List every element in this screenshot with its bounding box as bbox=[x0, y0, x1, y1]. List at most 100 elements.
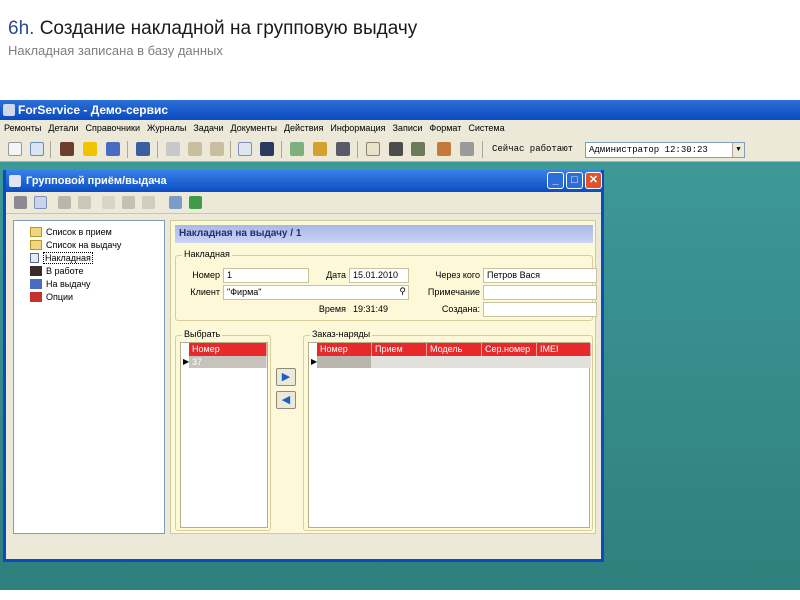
document-icon[interactable] bbox=[102, 196, 115, 209]
column-header[interactable]: Номер bbox=[189, 343, 267, 356]
table-cell bbox=[427, 356, 482, 368]
created-label: Создана: bbox=[441, 304, 480, 314]
menu-reference[interactable]: Справочники bbox=[81, 120, 143, 133]
preview-icon[interactable] bbox=[238, 142, 252, 156]
menu-journals[interactable]: Журналы bbox=[143, 120, 189, 133]
binoculars-icon[interactable] bbox=[260, 142, 274, 156]
tree-item-label: Накладная bbox=[43, 251, 93, 264]
tools-icon[interactable] bbox=[60, 142, 74, 156]
column-header[interactable]: Модель bbox=[427, 343, 482, 356]
toolbar-separator bbox=[230, 141, 231, 158]
move-left-button[interactable]: ◀ bbox=[276, 391, 296, 409]
column-header[interactable]: Сер.номер bbox=[482, 343, 537, 356]
dialog-titlebar: Групповой приём/выдача _ □ ✕ bbox=[6, 170, 602, 192]
tree-item-in-progress[interactable]: В работе bbox=[30, 264, 84, 277]
column-header[interactable]: Прием bbox=[372, 343, 427, 356]
tree-item-label: Список на выдачу bbox=[46, 239, 122, 250]
excel-icon[interactable] bbox=[189, 196, 202, 209]
menu-documents[interactable]: Документы bbox=[227, 120, 280, 133]
tree-item-receive-list[interactable]: Список в прием bbox=[30, 225, 112, 238]
tree-item-to-issue[interactable]: На выдачу bbox=[30, 277, 91, 290]
tree-item-label: В работе bbox=[46, 265, 84, 276]
created-field[interactable] bbox=[483, 302, 597, 317]
column-header[interactable]: Номер bbox=[317, 343, 372, 356]
date-label: Дата bbox=[326, 270, 346, 280]
paste-icon[interactable] bbox=[210, 142, 224, 156]
cut-icon[interactable] bbox=[166, 142, 180, 156]
via-label: Через кого bbox=[435, 270, 480, 280]
new-doc-icon[interactable] bbox=[8, 142, 22, 156]
print-icon[interactable] bbox=[14, 196, 27, 209]
chevron-down-icon[interactable]: ▼ bbox=[732, 143, 744, 157]
table-row[interactable] bbox=[317, 356, 591, 368]
open-icon[interactable] bbox=[30, 142, 44, 156]
delete-icon[interactable] bbox=[142, 196, 155, 209]
client-value: "Фирма" bbox=[227, 287, 262, 297]
menu-format[interactable]: Формат bbox=[425, 120, 464, 133]
menu-tasks[interactable]: Задачи bbox=[189, 120, 226, 133]
toolbar-separator bbox=[50, 141, 51, 158]
app-titlebar: ForService - Демо-сервис bbox=[0, 100, 800, 120]
active-users-select[interactable]: Администратор 12:30:23 ▼ bbox=[585, 142, 745, 158]
key-icon[interactable] bbox=[437, 142, 451, 156]
app-title: ForService - Демо-сервис bbox=[18, 103, 169, 117]
menu-records[interactable]: Записи bbox=[389, 120, 426, 133]
tree-item-options[interactable]: Опции bbox=[30, 290, 73, 303]
menu-parts[interactable]: Детали bbox=[44, 120, 81, 133]
save-icon[interactable] bbox=[58, 196, 71, 209]
printer-icon[interactable] bbox=[169, 196, 182, 209]
select-group: Выбрать Номер ▶ 37 bbox=[175, 329, 271, 531]
menu-actions[interactable]: Действия bbox=[280, 120, 326, 133]
warning-icon[interactable] bbox=[83, 142, 97, 156]
select-grid[interactable]: Номер ▶ 37 bbox=[180, 342, 268, 528]
person-icon[interactable] bbox=[411, 142, 425, 156]
report-icon[interactable] bbox=[290, 142, 304, 156]
resize-icon[interactable] bbox=[78, 196, 91, 209]
trash-icon[interactable] bbox=[460, 142, 474, 156]
move-right-button[interactable]: ▶ bbox=[276, 368, 296, 386]
main-toolbar: Сейчас работают Администратор 12:30:23 ▼ bbox=[0, 137, 800, 162]
close-button[interactable]: ✕ bbox=[585, 172, 602, 189]
number-field[interactable]: 1 bbox=[223, 268, 309, 283]
client-field[interactable]: "Фирма" ⚲ bbox=[223, 285, 409, 300]
scanner-icon[interactable] bbox=[336, 142, 350, 156]
dialog-toolbar bbox=[6, 192, 601, 214]
dialog-icon bbox=[9, 175, 21, 187]
toolbar-separator bbox=[482, 141, 483, 158]
forward-icon[interactable] bbox=[122, 196, 135, 209]
menu-info[interactable]: Информация bbox=[326, 120, 388, 133]
tag-icon[interactable] bbox=[389, 142, 403, 156]
active-users-value: Администратор 12:30:23 bbox=[589, 145, 708, 155]
table-row[interactable]: 37 bbox=[189, 356, 267, 368]
client-label: Клиент bbox=[190, 287, 220, 297]
folder-edit-icon[interactable] bbox=[313, 142, 327, 156]
time-label: Время bbox=[318, 304, 346, 314]
orders-grid[interactable]: Номер Прием Модель Сер.номер IMEI ▶ bbox=[308, 342, 591, 528]
tree-item-invoice[interactable]: Накладная bbox=[30, 251, 93, 264]
copy-icon[interactable] bbox=[188, 142, 202, 156]
column-header[interactable]: IMEI bbox=[537, 343, 591, 356]
folder-icon bbox=[30, 239, 42, 250]
cart-icon[interactable] bbox=[106, 142, 120, 156]
envelope-icon[interactable] bbox=[366, 142, 380, 156]
calculator-icon[interactable] bbox=[136, 142, 150, 156]
tree-item-issue-list[interactable]: Список на выдачу bbox=[30, 238, 121, 251]
menu-repairs[interactable]: Ремонты bbox=[0, 120, 44, 133]
maximize-button[interactable]: □ bbox=[566, 172, 583, 189]
date-field[interactable]: 15.01.2010 bbox=[349, 268, 409, 283]
print-preview-icon[interactable] bbox=[34, 196, 47, 209]
app-icon bbox=[3, 104, 15, 116]
menu-system[interactable]: Система bbox=[464, 120, 507, 133]
toolbar-separator bbox=[157, 141, 158, 158]
document-icon bbox=[30, 252, 39, 263]
select-grid-header: Номер bbox=[189, 343, 267, 356]
invoice-group: Накладная Номер 1 Дата 15.01.2010 Через … bbox=[175, 249, 597, 321]
tree-item-label: Опции bbox=[46, 291, 74, 302]
orders-group-caption: Заказ-наряды bbox=[310, 329, 373, 339]
search-icon[interactable]: ⚲ bbox=[399, 286, 406, 297]
minimize-button[interactable]: _ bbox=[547, 172, 564, 189]
note-field[interactable] bbox=[483, 285, 597, 300]
note-label: Примечание bbox=[427, 287, 480, 297]
slide-title: 6h. Создание накладной на групповую выда… bbox=[8, 18, 417, 40]
via-field[interactable]: Петров Вася bbox=[483, 268, 597, 283]
